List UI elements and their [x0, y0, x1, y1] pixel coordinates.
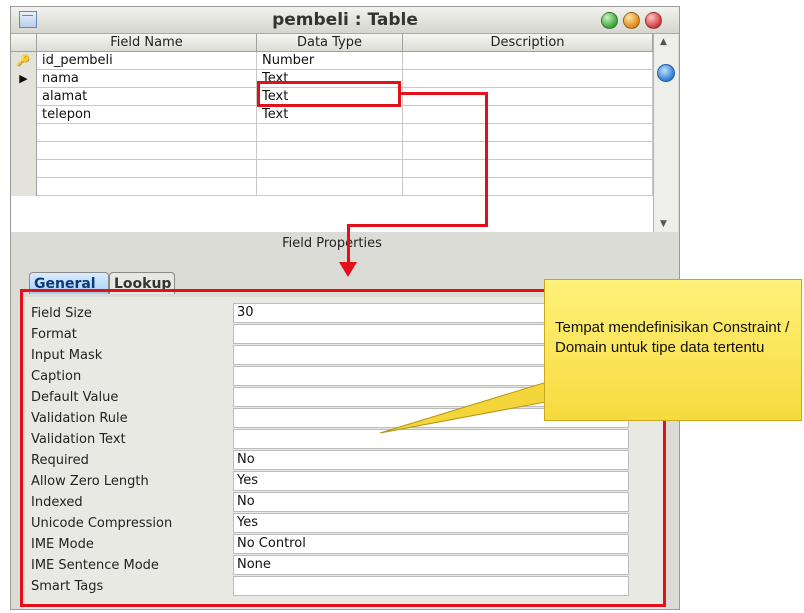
callout-note: Tempat mendefinisikan Constraint / Domai…	[544, 279, 802, 421]
